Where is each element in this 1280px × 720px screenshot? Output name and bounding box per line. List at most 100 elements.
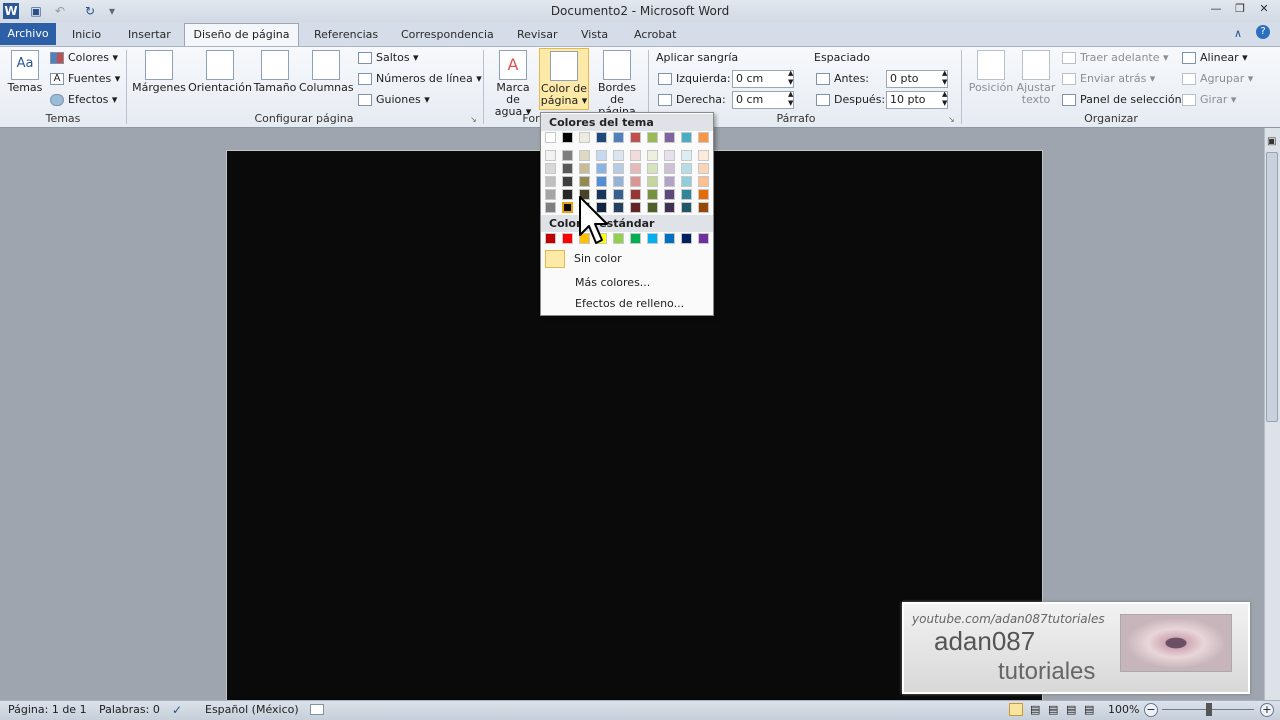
tab-archivo[interactable]: Archivo: [0, 23, 56, 45]
theme-shade-swatch[interactable]: [647, 189, 658, 200]
theme-shade-swatch[interactable]: [681, 150, 692, 161]
columnas-button[interactable]: Columnas: [299, 50, 354, 110]
color-de-pagina-button[interactable]: Color de página ▾: [539, 48, 589, 110]
marca-de-agua-button[interactable]: AMarca deagua ▾: [488, 50, 538, 118]
colores-button[interactable]: Colores ▾: [50, 49, 118, 67]
tab-acrobat[interactable]: Acrobat: [628, 24, 682, 46]
theme-shade-swatch[interactable]: [545, 150, 556, 161]
theme-shade-swatch[interactable]: [681, 176, 692, 187]
status-page-count[interactable]: Página: 1 de 1: [8, 703, 87, 716]
theme-shade-swatch[interactable]: [630, 163, 641, 174]
theme-shade-swatch[interactable]: [647, 163, 658, 174]
dialog-launcher-icon[interactable]: ↘: [470, 115, 477, 124]
theme-color-swatch[interactable]: [613, 132, 624, 143]
margenes-button[interactable]: Márgenes: [132, 50, 186, 110]
alinear-button[interactable]: Alinear ▾: [1182, 49, 1248, 67]
standard-color-swatch[interactable]: [698, 233, 709, 244]
guiones-button[interactable]: Guiones ▾: [358, 91, 430, 109]
theme-shade-swatch[interactable]: [647, 202, 658, 213]
temas-button[interactable]: Aa Temas: [6, 50, 44, 110]
standard-color-swatch[interactable]: [664, 233, 675, 244]
theme-shade-swatch[interactable]: [664, 202, 675, 213]
theme-shade-swatch[interactable]: [664, 189, 675, 200]
web-layout-view-icon[interactable]: ▤: [1048, 703, 1058, 716]
traer-adelante-button[interactable]: Traer adelante ▾: [1062, 49, 1169, 67]
theme-shade-swatch[interactable]: [613, 150, 624, 161]
theme-shade-swatch[interactable]: [630, 176, 641, 187]
theme-color-swatch[interactable]: [562, 132, 573, 143]
theme-shade-swatch[interactable]: [664, 163, 675, 174]
theme-color-swatch[interactable]: [579, 132, 590, 143]
theme-color-swatch[interactable]: [698, 132, 709, 143]
status-language[interactable]: Español (México): [205, 703, 299, 716]
theme-shade-swatch[interactable]: [562, 163, 573, 174]
theme-shade-swatch[interactable]: [698, 176, 709, 187]
mas-colores-item[interactable]: Más colores...: [575, 274, 650, 292]
theme-shade-swatch[interactable]: [545, 189, 556, 200]
theme-shade-swatch[interactable]: [647, 150, 658, 161]
efectos-button[interactable]: Efectos ▾: [50, 91, 117, 109]
theme-shade-swatch[interactable]: [630, 189, 641, 200]
tab-diseno-de-pagina[interactable]: Diseño de página: [184, 23, 299, 46]
outline-view-icon[interactable]: ▤: [1066, 703, 1076, 716]
theme-shade-swatch[interactable]: [596, 176, 607, 187]
theme-shade-swatch[interactable]: [562, 150, 573, 161]
theme-shade-swatch[interactable]: [664, 150, 675, 161]
theme-shade-swatch[interactable]: [545, 176, 556, 187]
tab-inicio[interactable]: Inicio: [66, 24, 107, 46]
theme-shade-swatch[interactable]: [698, 202, 709, 213]
theme-shade-swatch[interactable]: [579, 176, 590, 187]
draft-view-icon[interactable]: ▤: [1084, 703, 1094, 716]
theme-color-swatch[interactable]: [596, 132, 607, 143]
theme-shade-swatch[interactable]: [613, 163, 624, 174]
standard-color-swatch[interactable]: [647, 233, 658, 244]
theme-shade-swatch[interactable]: [613, 202, 624, 213]
theme-shade-swatch[interactable]: [664, 176, 675, 187]
dialog-launcher-icon[interactable]: ↘: [948, 115, 955, 124]
theme-shade-swatch[interactable]: [596, 163, 607, 174]
standard-color-swatch[interactable]: [613, 233, 624, 244]
spinner-icon[interactable]: ▲ ▼: [788, 69, 793, 87]
macro-record-icon[interactable]: [310, 704, 324, 715]
theme-shade-swatch[interactable]: [579, 150, 590, 161]
theme-shade-swatch[interactable]: [630, 202, 641, 213]
theme-shade-swatch[interactable]: [562, 189, 573, 200]
ajustar-texto-button[interactable]: Ajustar texto: [1016, 50, 1056, 110]
zoom-out-icon[interactable]: −: [1144, 703, 1158, 717]
espaciado-despues-input[interactable]: 10 pto: [886, 91, 948, 109]
tab-referencias[interactable]: Referencias: [308, 24, 384, 46]
restore-icon[interactable]: ❐: [1230, 1, 1250, 17]
orientacion-button[interactable]: Orientación: [188, 50, 252, 110]
zoom-in-icon[interactable]: +: [1260, 703, 1274, 717]
standard-color-swatch[interactable]: [545, 233, 556, 244]
theme-shade-swatch[interactable]: [545, 202, 556, 213]
theme-shade-swatch[interactable]: [613, 189, 624, 200]
zoom-slider-thumb[interactable]: [1206, 703, 1212, 716]
enviar-atras-button[interactable]: Enviar atrás ▾: [1062, 70, 1155, 88]
close-icon[interactable]: ✕: [1254, 1, 1274, 17]
espaciado-antes-input[interactable]: 0 pto: [886, 70, 948, 88]
theme-shade-swatch[interactable]: [613, 176, 624, 187]
theme-shade-swatch[interactable]: [647, 176, 658, 187]
tamano-button[interactable]: Tamaño: [252, 50, 298, 110]
theme-shade-swatch[interactable]: [681, 189, 692, 200]
status-word-count[interactable]: Palabras: 0: [99, 703, 160, 716]
tab-correspondencia[interactable]: Correspondencia: [395, 24, 500, 46]
print-layout-view-icon[interactable]: [1009, 703, 1023, 716]
sangria-derecha-input[interactable]: 0 cm: [732, 91, 794, 109]
standard-color-swatch[interactable]: [630, 233, 641, 244]
minimize-ribbon-icon[interactable]: ∧: [1234, 27, 1242, 40]
tab-insertar[interactable]: Insertar: [122, 24, 177, 46]
theme-shade-swatch[interactable]: [630, 150, 641, 161]
bordes-de-pagina-button[interactable]: Bordesde página: [591, 50, 643, 118]
theme-shade-swatch[interactable]: [562, 176, 573, 187]
ruler-toggle-icon[interactable]: ▣: [1267, 136, 1276, 147]
theme-shade-swatch[interactable]: [698, 163, 709, 174]
scrollbar-thumb[interactable]: [1266, 152, 1278, 422]
agrupar-button[interactable]: Agrupar ▾: [1182, 70, 1253, 88]
theme-shade-swatch[interactable]: [579, 163, 590, 174]
panel-de-seleccion-button[interactable]: Panel de selección: [1062, 91, 1182, 109]
theme-color-swatch[interactable]: [681, 132, 692, 143]
theme-color-swatch[interactable]: [545, 132, 556, 143]
theme-shade-swatch[interactable]: [681, 202, 692, 213]
